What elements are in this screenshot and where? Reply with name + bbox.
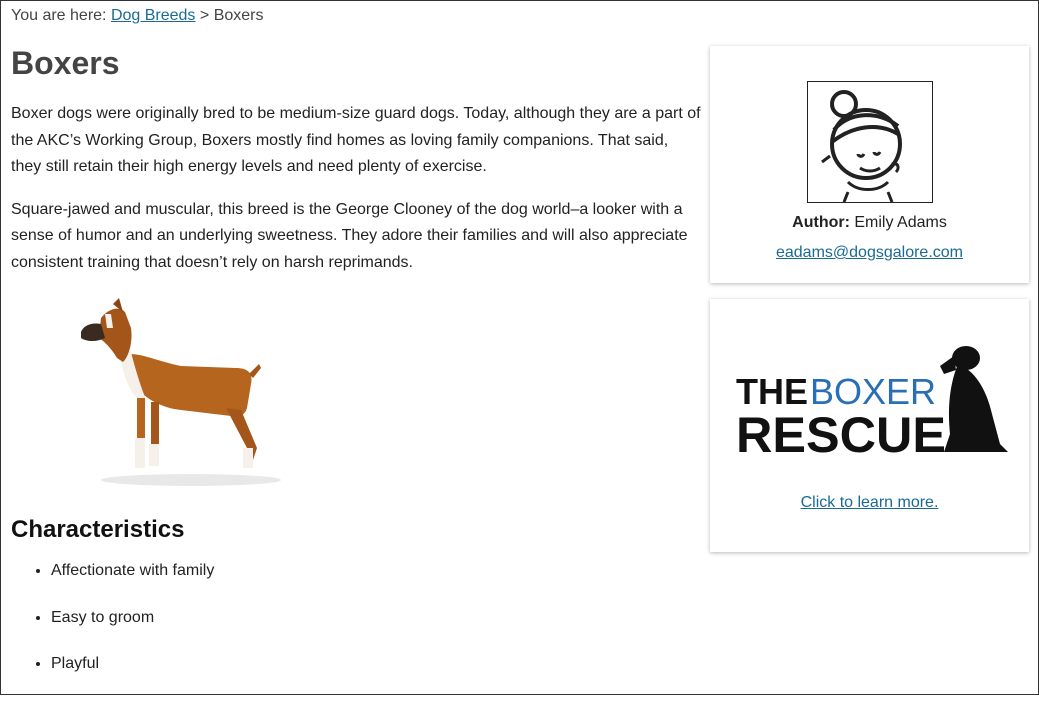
list-item: Playful: [51, 654, 701, 674]
boxer-rescue-logo[interactable]: THE BOXER RESCUE: [734, 344, 1010, 459]
breadcrumb-prefix: You are here:: [11, 7, 107, 24]
logo-the: THE: [736, 371, 808, 412]
breadcrumb-current: Boxers: [213, 7, 264, 24]
description-paragraph: Square-jawed and muscular, this breed is…: [11, 200, 688, 271]
logo-boxer: BOXER: [810, 371, 936, 412]
dog-silhouette-icon: [940, 346, 1008, 452]
author-card: Author: Emily Adams eadams@dogsgalore.co…: [710, 46, 1029, 283]
article: Boxers Boxer dogs were originally bred t…: [11, 41, 701, 701]
breadcrumb-link-dog-breeds[interactable]: Dog Breeds: [111, 7, 196, 24]
author-line: Author: Emily Adams: [710, 214, 1029, 232]
author-email-link[interactable]: eadams@dogsgalore.com: [710, 244, 1029, 262]
characteristics-heading: Characteristics: [11, 516, 185, 543]
page-title: Boxers: [11, 45, 120, 81]
breadcrumb: You are here: Dog Breeds > Boxers: [11, 7, 263, 25]
author-label: Author:: [792, 214, 850, 231]
author-name: Emily Adams: [854, 214, 947, 231]
logo-rescue: RESCUE: [736, 407, 946, 459]
author-avatar: [807, 81, 933, 203]
woman-avatar-drawing: [821, 90, 902, 203]
intro-paragraph: Boxer dogs were originally bred to be me…: [11, 105, 701, 175]
rescue-card: THE BOXER RESCUE Click to learn more.: [710, 299, 1029, 552]
learn-more-link[interactable]: Click to learn more.: [710, 494, 1029, 512]
boxer-dog-photo: [81, 298, 281, 486]
breadcrumb-separator: >: [199, 7, 210, 24]
characteristics-list: Affectionate with family Easy to groom P…: [11, 561, 701, 674]
list-item: Affectionate with family: [51, 561, 701, 581]
list-item: Easy to groom: [51, 608, 701, 628]
